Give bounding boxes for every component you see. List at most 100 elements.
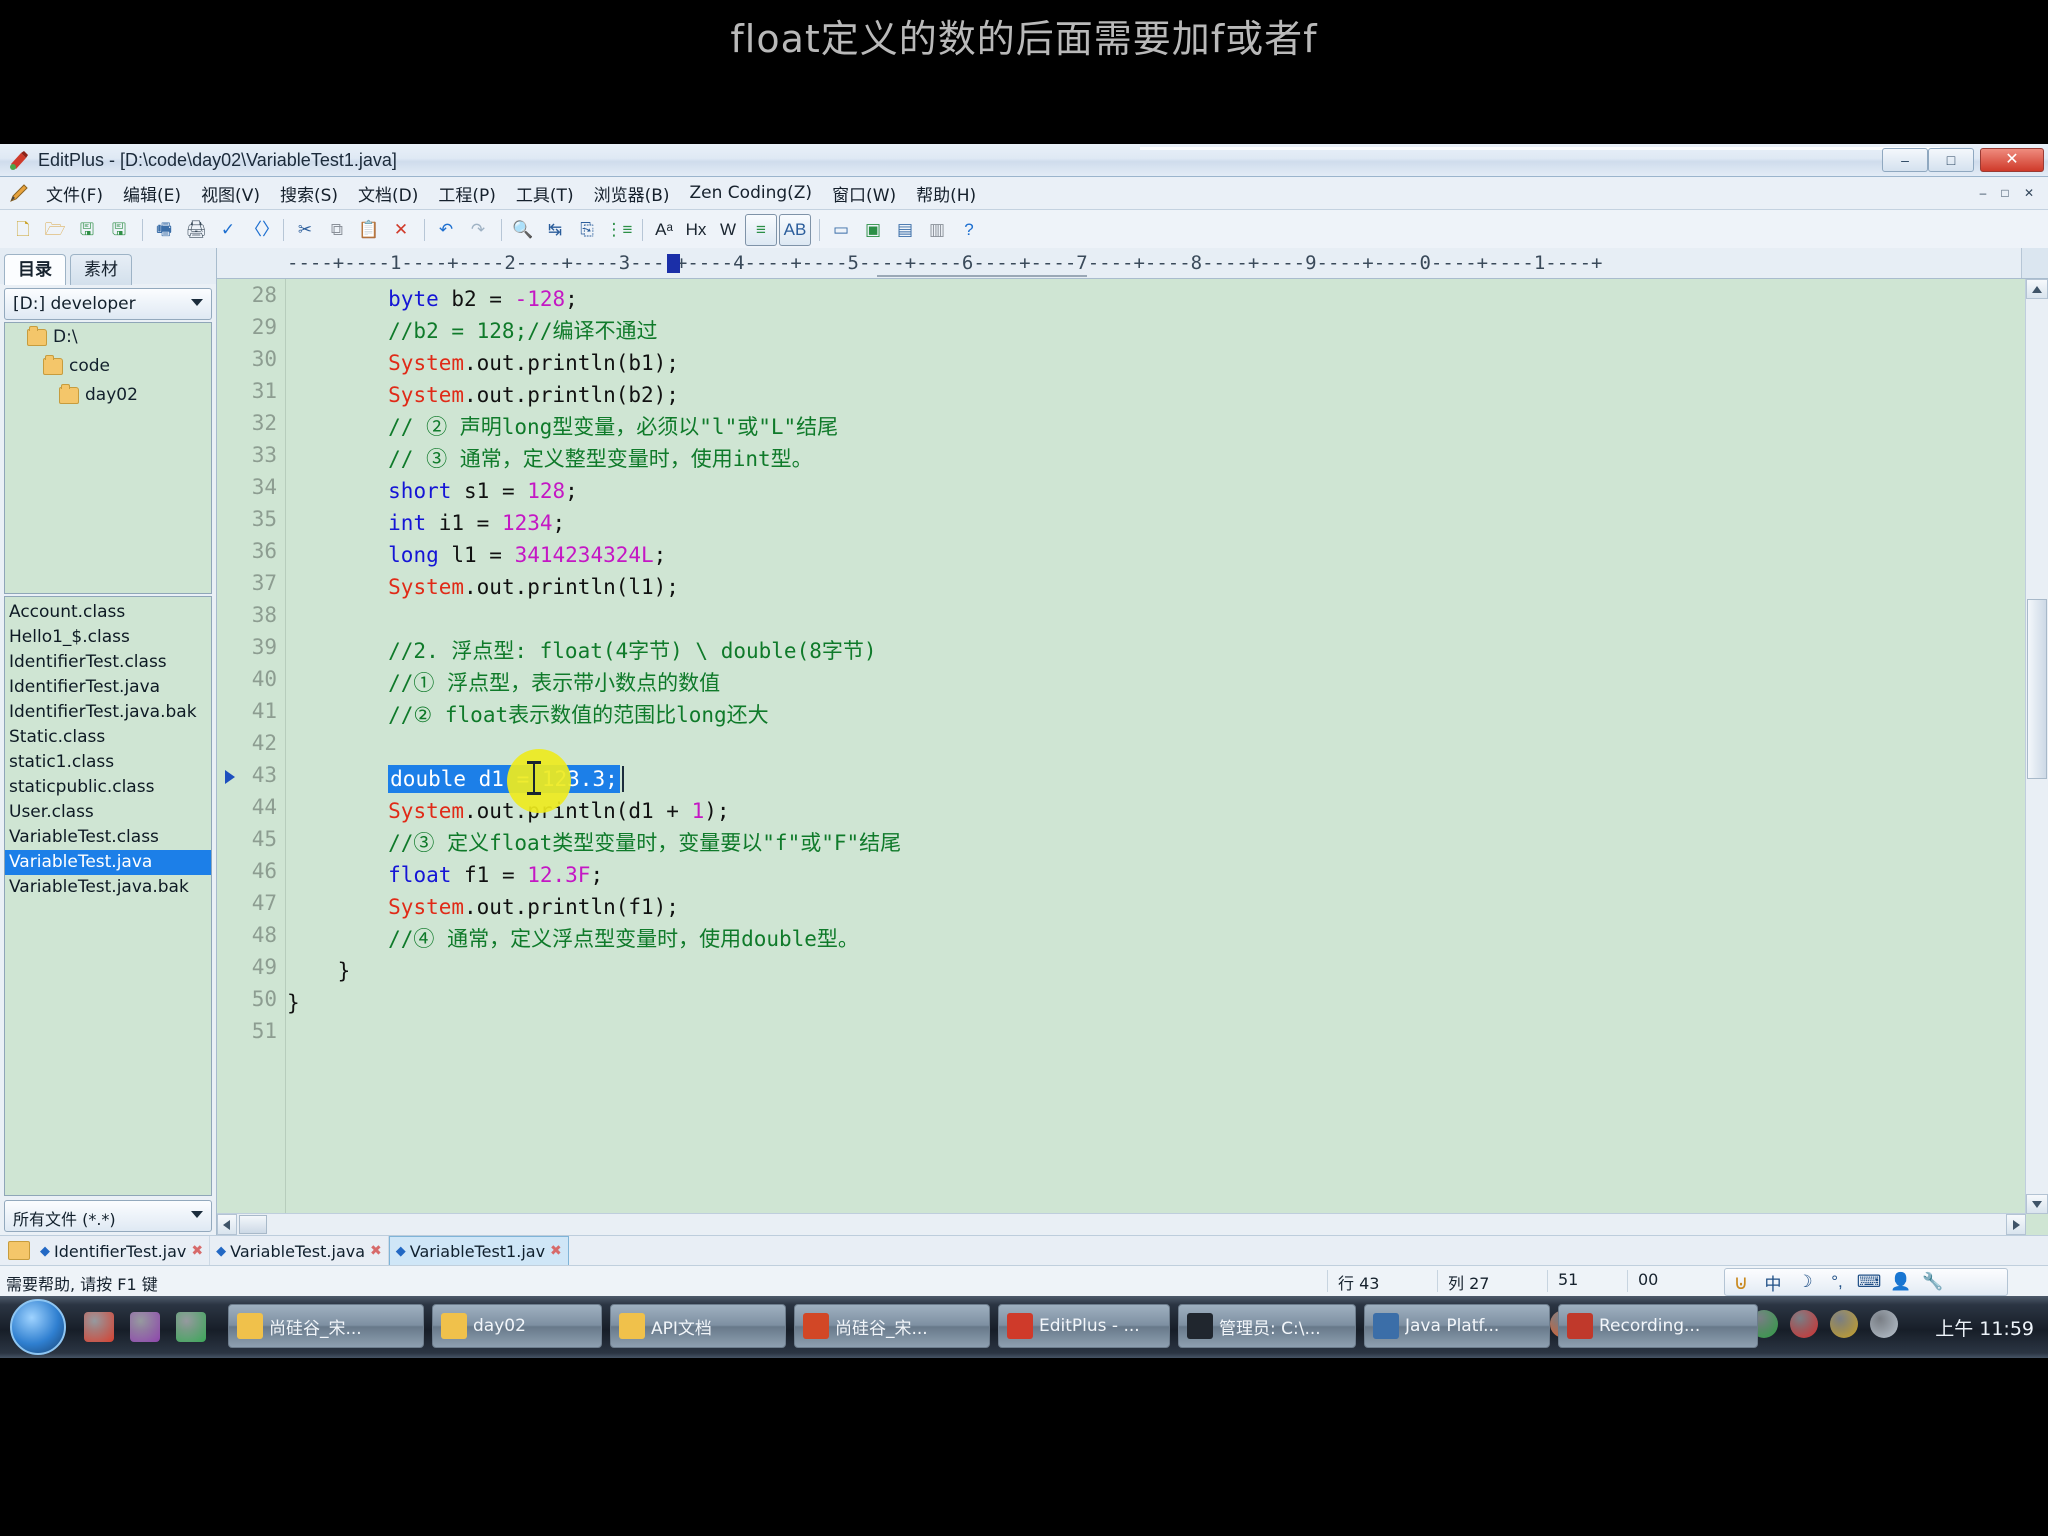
- replace-icon[interactable]: ↹: [540, 215, 570, 245]
- menu-item-5[interactable]: 工程(P): [428, 179, 506, 208]
- code-line[interactable]: //2. 浮点型: float(4字节) \ double(8字节): [287, 635, 876, 667]
- file-list-item[interactable]: IdentifierTest.class: [5, 650, 211, 675]
- vertical-scrollbar[interactable]: [2025, 279, 2048, 1214]
- menu-item-4[interactable]: 文档(D): [348, 179, 428, 208]
- code-line[interactable]: //b2 = 128;//编译不通过: [287, 315, 657, 347]
- taskbar-task-5[interactable]: 管理员: C:\...: [1178, 1304, 1356, 1348]
- code-line[interactable]: byte b2 = -128;: [287, 283, 578, 315]
- document-tab-1[interactable]: ◆ VariableTest.java ✖: [210, 1236, 389, 1266]
- file-list-item[interactable]: IdentifierTest.java.bak: [5, 700, 211, 725]
- ftp-upload-icon[interactable]: ▤: [890, 215, 920, 245]
- redo-icon[interactable]: ↷: [463, 215, 493, 245]
- outline-icon[interactable]: ≡: [745, 214, 777, 246]
- tree-node-1[interactable]: code: [5, 352, 211, 381]
- code-tag-icon[interactable]: 〈〉: [245, 215, 279, 245]
- code-text[interactable]: byte b2 = -128; //b2 = 128;//编译不通过 Syste…: [287, 279, 2048, 1214]
- save-all-icon[interactable]: 🖫: [104, 215, 134, 245]
- menu-item-6[interactable]: 工具(T): [506, 179, 584, 208]
- menu-item-1[interactable]: 编辑(E): [113, 179, 191, 208]
- mdi-minimize-button[interactable]: –: [1974, 185, 1992, 201]
- code-line[interactable]: short s1 = 128;: [287, 475, 578, 507]
- folder-tree[interactable]: D:\ code day02: [4, 322, 212, 594]
- file-filter-select[interactable]: 所有文件 (*.*): [4, 1200, 212, 1232]
- user-tool-icon[interactable]: ▥: [922, 215, 952, 245]
- usb-icon[interactable]: [1870, 1310, 1898, 1338]
- file-list[interactable]: Account.class Hello1_$.class IdentifierTes…: [4, 596, 212, 1196]
- document-tab-2[interactable]: ◆ VariableTest1.jav ✖: [388, 1236, 569, 1266]
- code-line[interactable]: //④ 通常，定义浮点型变量时，使用double型。: [287, 923, 859, 955]
- ime-icon-1[interactable]: ☽: [1789, 1272, 1821, 1292]
- mdi-close-button[interactable]: ✕: [2020, 185, 2038, 201]
- paste-icon[interactable]: 📋: [354, 215, 384, 245]
- tree-node-0[interactable]: D:\: [5, 323, 211, 352]
- close-icon[interactable]: ✖: [370, 1243, 382, 1259]
- taskbar-task-3[interactable]: 尚硅谷_宋...: [794, 1304, 990, 1348]
- record-icon[interactable]: [1790, 1310, 1818, 1338]
- code-line[interactable]: }: [287, 955, 351, 987]
- print-preview-icon[interactable]: 🖷: [149, 215, 179, 245]
- open-file-icon[interactable]: 🗁: [40, 215, 70, 245]
- quicklaunch-icon-2[interactable]: [130, 1312, 160, 1342]
- tree-node-2[interactable]: day02: [5, 381, 211, 410]
- ime-icon-2[interactable]: °,: [1821, 1272, 1853, 1292]
- taskbar-task-4[interactable]: EditPlus - ...: [998, 1304, 1170, 1348]
- scroll-left-button[interactable]: [217, 1214, 237, 1235]
- file-list-item[interactable]: VariableTest.java: [5, 850, 211, 875]
- code-line[interactable]: System.out.println(f1);: [287, 891, 679, 923]
- menu-item-0[interactable]: 文件(F): [36, 179, 113, 208]
- selected-text[interactable]: double d1 = 123.3;: [388, 765, 620, 793]
- ascii-table-icon[interactable]: AB: [779, 214, 811, 246]
- file-list-item[interactable]: VariableTest.class: [5, 825, 211, 850]
- menu-item-8[interactable]: Zen Coding(Z): [680, 181, 823, 205]
- print-icon[interactable]: 🖨: [181, 215, 211, 245]
- windows-start-orb[interactable]: [10, 1299, 66, 1355]
- code-line[interactable]: long l1 = 3414234324L;: [287, 539, 666, 571]
- menu-item-9[interactable]: 窗口(W): [822, 179, 906, 208]
- code-line[interactable]: System.out.println(d1 + 1);: [287, 795, 729, 827]
- close-icon[interactable]: ✖: [191, 1243, 203, 1259]
- file-list-item[interactable]: Account.class: [5, 600, 211, 625]
- code-line[interactable]: System.out.println(b1);: [287, 347, 679, 379]
- horizontal-scroll-thumb[interactable]: [239, 1215, 267, 1234]
- file-list-item[interactable]: VariableTest.java.bak: [5, 875, 211, 900]
- window-close-button[interactable]: ✕: [1980, 148, 2044, 172]
- file-list-item[interactable]: staticpublic.class: [5, 775, 211, 800]
- ime-icon-4[interactable]: 👤: [1885, 1272, 1917, 1292]
- scroll-down-button[interactable]: [2026, 1194, 2048, 1214]
- goto-icon[interactable]: ⎘: [572, 215, 602, 245]
- window-maximize-button[interactable]: □: [1928, 148, 1974, 172]
- font-size-icon[interactable]: Aᵃ: [649, 215, 679, 245]
- scroll-right-button[interactable]: [2006, 1214, 2026, 1235]
- cut-icon[interactable]: ✂: [290, 215, 320, 245]
- hex-view-icon[interactable]: Hx: [681, 215, 711, 245]
- taskbar-task-6[interactable]: Java Platf...: [1364, 1304, 1550, 1348]
- code-pane[interactable]: 28 29 30 31 32 33 34 35 36 37 38 39 40 41 42 43 44 45 46 47…: [217, 279, 2048, 1214]
- code-line[interactable]: int i1 = 1234;: [287, 507, 565, 539]
- taskbar-task-1[interactable]: day02: [432, 1304, 602, 1348]
- taskbar-task-0[interactable]: 尚硅谷_宋...: [228, 1304, 424, 1348]
- scroll-up-button[interactable]: [2026, 279, 2048, 299]
- undo-icon[interactable]: ↶: [431, 215, 461, 245]
- quicklaunch-icon-1[interactable]: [84, 1312, 114, 1342]
- new-file-icon[interactable]: 🗋: [8, 215, 38, 245]
- copy-icon[interactable]: ⧉: [322, 215, 352, 245]
- menu-item-10[interactable]: 帮助(H): [906, 179, 986, 208]
- ie-preview-icon[interactable]: ▣: [858, 215, 888, 245]
- vertical-scroll-thumb[interactable]: [2027, 599, 2047, 779]
- drive-select[interactable]: [D:] developer: [4, 288, 212, 320]
- tools-icon[interactable]: [1830, 1310, 1858, 1338]
- sidebar-tab-directory[interactable]: 目录: [4, 254, 66, 285]
- code-line[interactable]: System.out.println(l1);: [287, 571, 679, 603]
- find-icon[interactable]: 🔍: [508, 215, 538, 245]
- delete-icon[interactable]: ✕: [386, 215, 416, 245]
- word-wrap-icon[interactable]: W: [713, 215, 743, 245]
- code-line[interactable]: }: [287, 987, 300, 1019]
- help-icon[interactable]: ?: [954, 215, 984, 245]
- taskbar-task-7[interactable]: Recording...: [1558, 1304, 1758, 1348]
- code-line[interactable]: // ② 声明long型变量，必须以"l"或"L"结尾: [287, 411, 838, 443]
- code-line[interactable]: // ③ 通常，定义整型变量时，使用int型。: [287, 443, 813, 475]
- ime-icon-3[interactable]: ⌨: [1853, 1272, 1885, 1292]
- browser-preview-icon[interactable]: ▭: [826, 215, 856, 245]
- code-line[interactable]: //② float表示数值的范围比long还大: [287, 699, 769, 731]
- spellcheck-icon[interactable]: ✓: [213, 215, 243, 245]
